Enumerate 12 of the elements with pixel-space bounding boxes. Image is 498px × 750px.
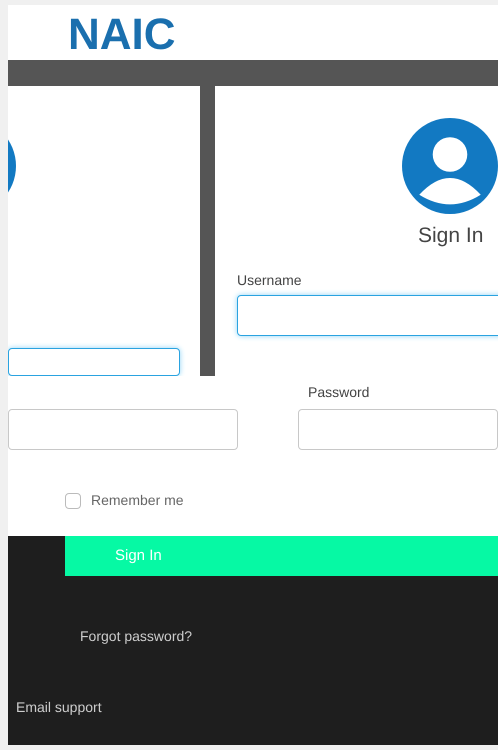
footer-link[interactable]: Email support (16, 697, 498, 718)
remember-checkbox[interactable] (65, 492, 81, 508)
footer-link[interactable]: Forgot password? (80, 626, 498, 647)
input-field[interactable] (237, 294, 498, 336)
logo: NAIC (68, 12, 176, 56)
remember-label: Remember me (91, 491, 184, 510)
input-field[interactable] (8, 348, 180, 376)
username-label: Username (237, 270, 303, 290)
sign-in-title: Sign In (418, 223, 484, 249)
input-field[interactable] (8, 409, 238, 450)
input-field[interactable] (298, 409, 498, 450)
password-label: Password (308, 383, 370, 402)
